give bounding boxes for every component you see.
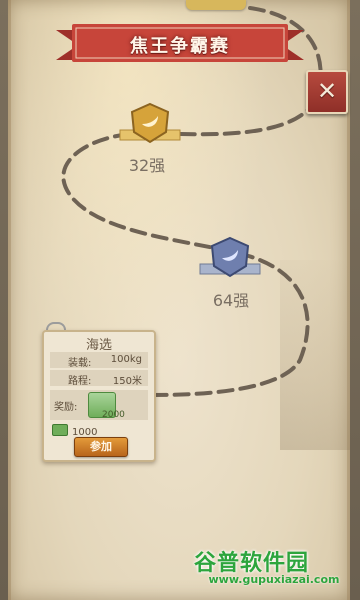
rank-64-badge[interactable] bbox=[198, 236, 262, 284]
cash-icon bbox=[52, 424, 68, 436]
card-title: 海选 bbox=[85, 338, 112, 353]
rank-32-badge[interactable] bbox=[118, 102, 182, 150]
next-round-badge-stub bbox=[186, 0, 246, 10]
entry-cost: 1000 bbox=[52, 424, 97, 438]
watermark-url: www.gupuxiazai.com bbox=[208, 573, 340, 586]
distance-label: 路程: bbox=[68, 376, 92, 387]
reward-label: 奖励: bbox=[54, 402, 78, 413]
close-icon: ✕ bbox=[316, 77, 338, 105]
sea-selection-card: 海选 装载: 100kg 路程: 150米 奖励: 2000 1000 参加 bbox=[42, 330, 156, 462]
join-button[interactable]: 参加 bbox=[74, 437, 128, 457]
gold-shield-icon bbox=[119, 102, 181, 144]
close-button[interactable]: ✕ bbox=[306, 70, 348, 114]
page-title: 焦王争霸赛 bbox=[130, 36, 230, 57]
distance-value: 150米 bbox=[112, 376, 142, 387]
reward-box: 奖励: 2000 bbox=[50, 390, 148, 420]
title-banner: 焦王争霸赛 bbox=[56, 22, 304, 68]
load-value: 100kg bbox=[110, 354, 142, 365]
rank-32-label: 32强 bbox=[128, 156, 166, 175]
card-row-load: 装载: 100kg bbox=[50, 352, 148, 369]
site-watermark: 谷普软件园 www.gupuxiazai.com bbox=[194, 545, 354, 595]
watermark-brand: 谷普软件园 bbox=[194, 551, 310, 576]
load-label: 装载: bbox=[68, 358, 92, 369]
rank-64-label: 64强 bbox=[212, 291, 250, 310]
reward-quantity: 2000 bbox=[102, 410, 125, 420]
silver-shield-icon bbox=[199, 236, 261, 278]
card-row-distance: 路程: 150米 bbox=[50, 370, 148, 387]
